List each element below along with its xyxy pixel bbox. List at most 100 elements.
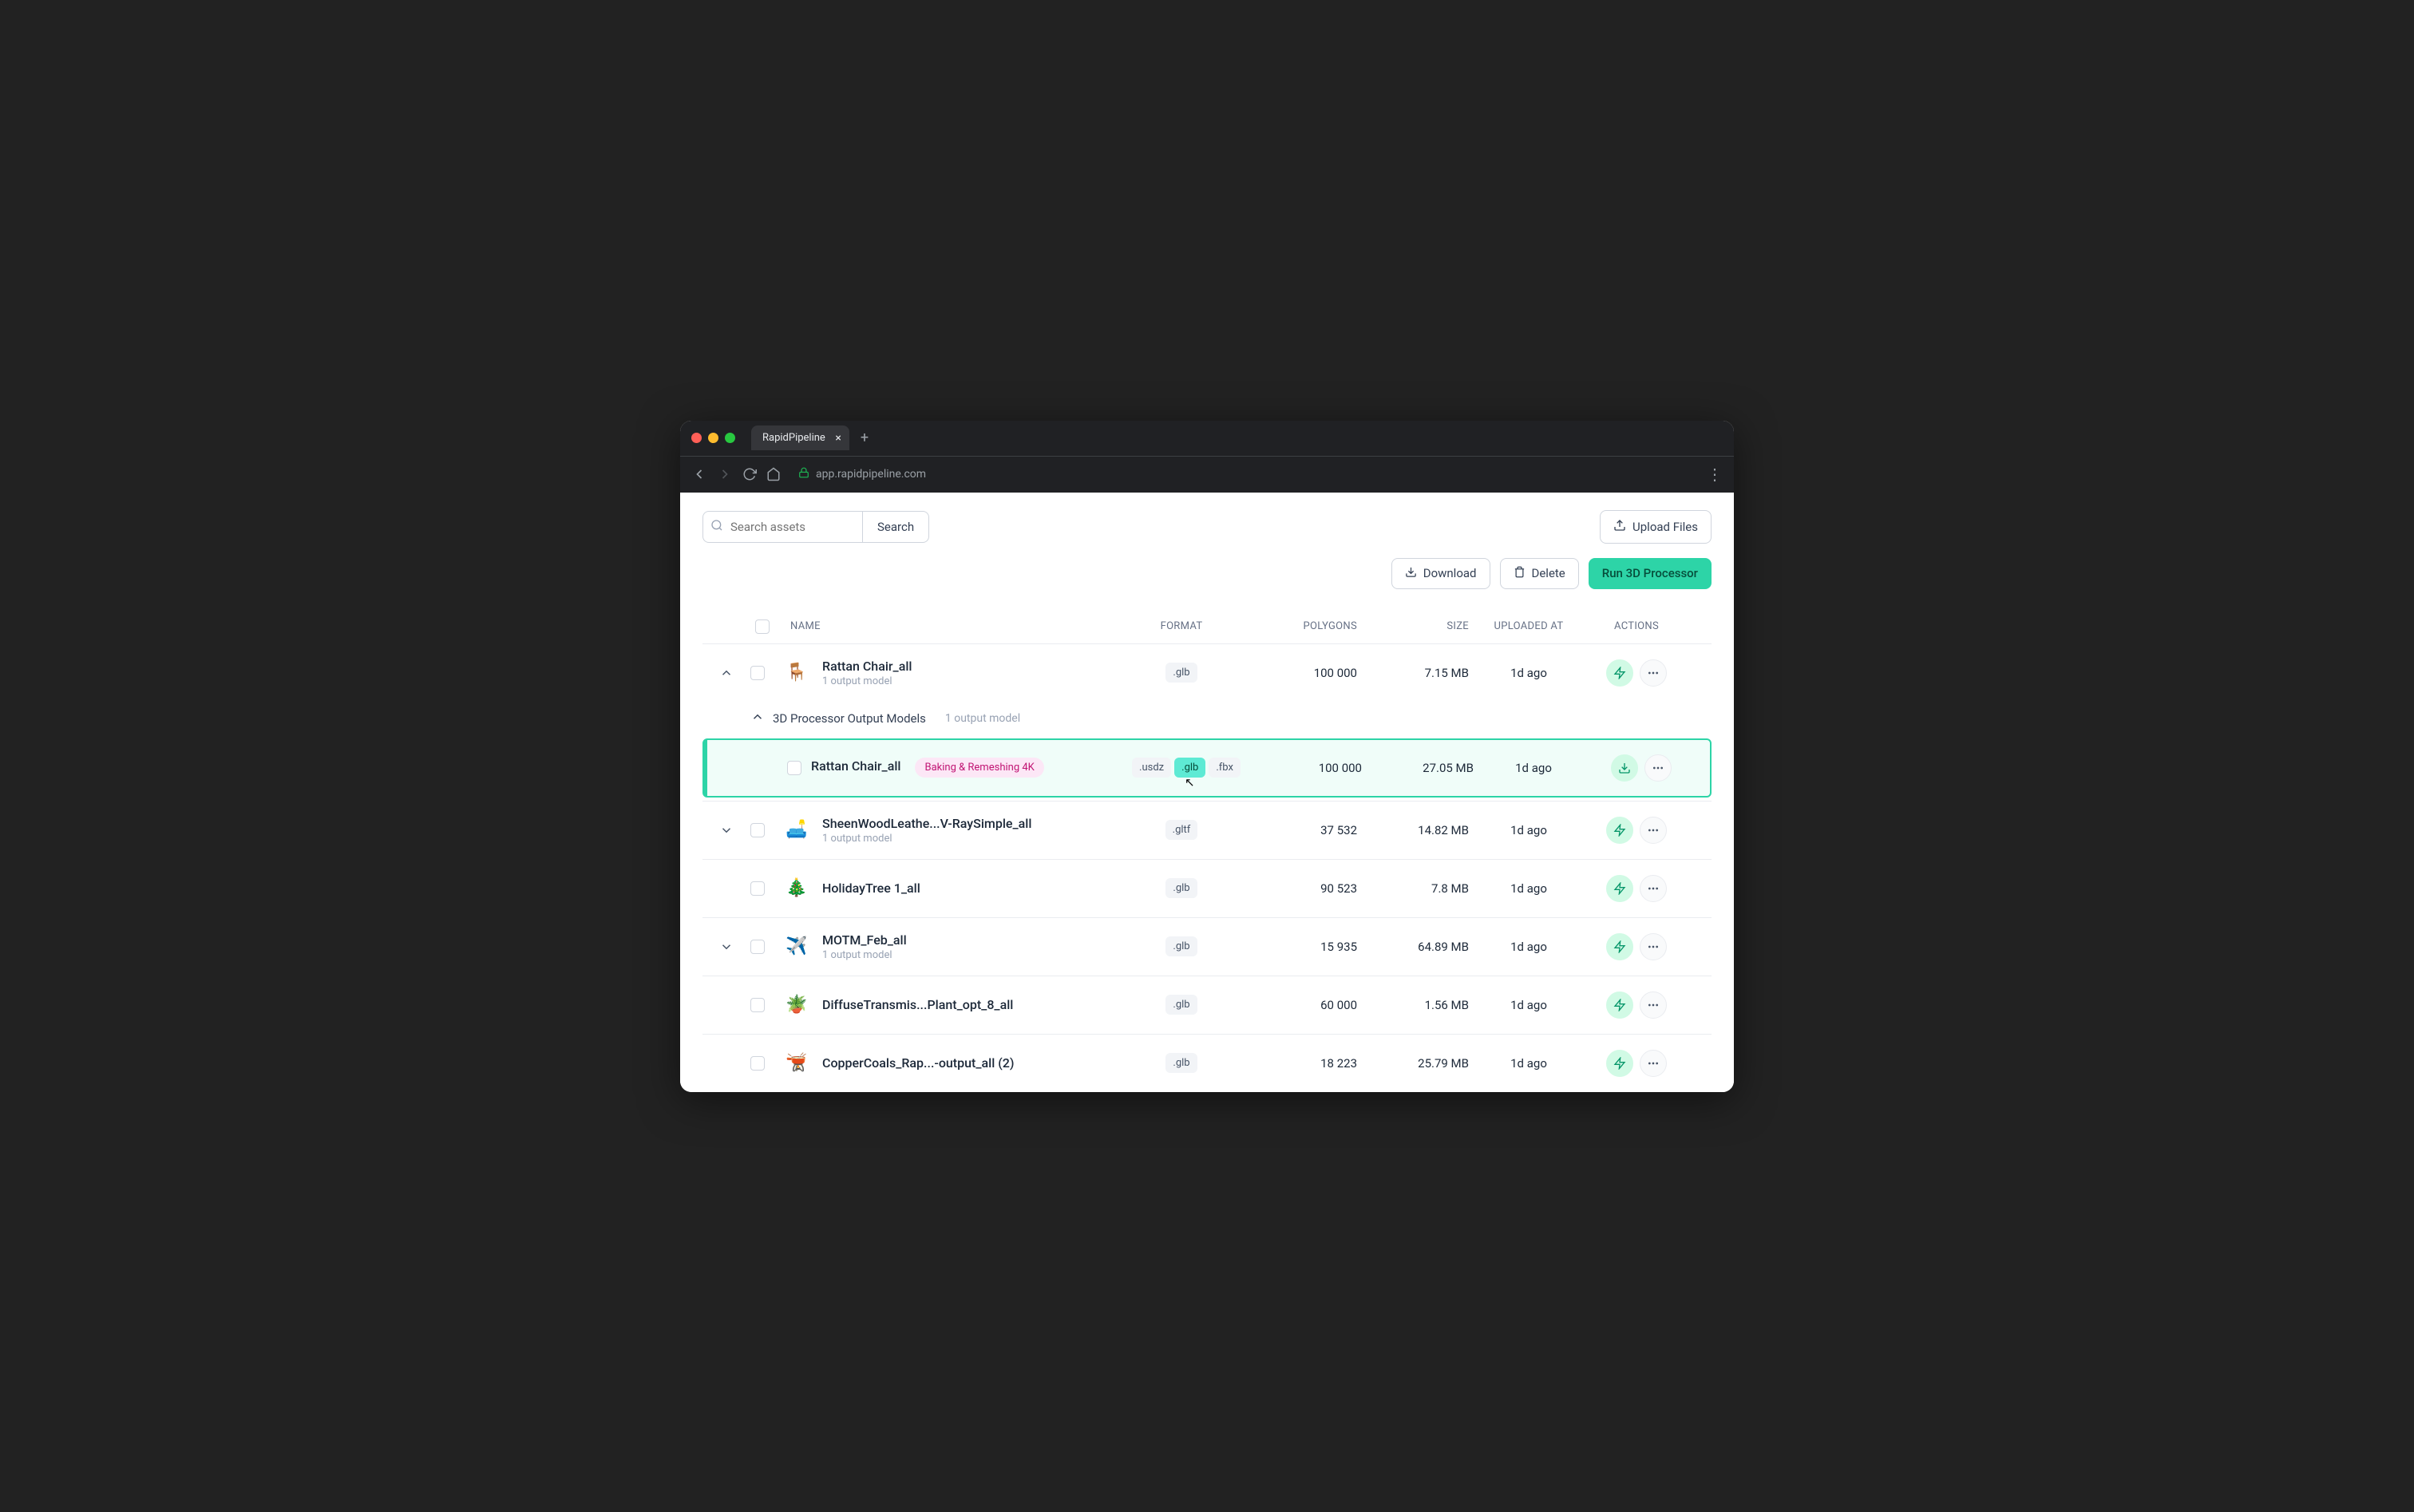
asset-name: SheenWoodLeathe...V-RaySimple_all: [822, 816, 1031, 831]
assets-table: NAME FORMAT POLYGONS SIZE UPLOADED AT AC…: [702, 610, 1712, 1092]
upload-files-button[interactable]: Upload Files: [1600, 510, 1712, 544]
reload-button[interactable]: [742, 467, 757, 481]
col-uploaded: UPLOADED AT: [1469, 620, 1589, 632]
table-row[interactable]: 🎄 HolidayTree 1_all .glb 90 523 7.8 MB 1…: [702, 859, 1712, 917]
asset-subtitle: 1 output model: [822, 675, 912, 687]
asset-thumbnail: 🎄: [782, 874, 811, 903]
trash-icon: [1514, 566, 1526, 581]
row-checkbox[interactable]: [750, 823, 765, 837]
run-processor-button[interactable]: Run 3D Processor: [1589, 558, 1712, 589]
asset-name: Rattan Chair_all: [811, 758, 901, 774]
browser-menu-button[interactable]: ⋮: [1707, 465, 1723, 484]
polygons-value: 37 532: [1245, 823, 1357, 837]
download-row-button[interactable]: [1611, 754, 1638, 782]
more-actions-button[interactable]: [1644, 754, 1672, 782]
more-actions-button[interactable]: [1640, 1050, 1667, 1077]
maximize-window-button[interactable]: [725, 433, 735, 443]
minimize-window-button[interactable]: [708, 433, 718, 443]
format-badge: .glb: [1165, 936, 1197, 956]
bulk-actions: Download Delete Run 3D Processor: [702, 558, 1712, 589]
asset-thumbnail: 🫕: [782, 1049, 811, 1078]
more-actions-button[interactable]: [1640, 817, 1667, 844]
browser-toolbar: app.rapidpipeline.com ⋮: [680, 456, 1734, 493]
table-row[interactable]: 🫕 CopperCoals_Rap...-output_all (2) .glb…: [702, 1034, 1712, 1092]
row-checkbox[interactable]: [750, 1056, 765, 1071]
chevron-up-icon[interactable]: [750, 710, 765, 727]
process-row-button[interactable]: [1606, 933, 1633, 960]
close-tab-icon[interactable]: ×: [835, 432, 841, 445]
table-row[interactable]: 🪑 Rattan Chair_all 1 output model .glb 1…: [702, 643, 1712, 702]
format-badge[interactable]: .usdz: [1132, 758, 1171, 778]
search-input[interactable]: [702, 511, 862, 543]
uploaded-value: 1d ago: [1469, 823, 1589, 837]
col-actions: ACTIONS: [1589, 620, 1684, 632]
format-badge: .gltf: [1165, 820, 1198, 840]
more-actions-button[interactable]: [1640, 992, 1667, 1019]
window-controls: [691, 433, 735, 443]
download-button[interactable]: Download: [1391, 558, 1490, 589]
process-row-button[interactable]: [1606, 659, 1633, 687]
expand-toggle[interactable]: [702, 940, 750, 954]
forward-button[interactable]: [717, 466, 733, 482]
cursor-icon: ↖: [1185, 775, 1195, 790]
process-row-button[interactable]: [1606, 1050, 1633, 1077]
expand-toggle[interactable]: [702, 666, 750, 680]
output-models-header: 3D Processor Output Models 1 output mode…: [702, 702, 1712, 735]
table-row[interactable]: ✈️ MOTM_Feb_all 1 output model .glb 15 9…: [702, 917, 1712, 976]
size-value: 1.56 MB: [1357, 998, 1469, 1012]
format-badge: .glb: [1165, 663, 1197, 683]
row-checkbox[interactable]: [750, 998, 765, 1012]
download-icon: [1405, 566, 1417, 581]
table-row[interactable]: 🛋️ SheenWoodLeathe...V-RaySimple_all 1 o…: [702, 801, 1712, 859]
more-actions-button[interactable]: [1640, 875, 1667, 902]
output-section-count: 1 output model: [945, 712, 1020, 725]
search-icon: [710, 519, 723, 535]
size-value: 25.79 MB: [1357, 1056, 1469, 1071]
delete-button[interactable]: Delete: [1500, 558, 1579, 589]
top-controls: Search Upload Files: [702, 510, 1712, 544]
address-bar[interactable]: app.rapidpipeline.com: [798, 467, 926, 481]
table-header: NAME FORMAT POLYGONS SIZE UPLOADED AT AC…: [702, 610, 1712, 643]
asset-subtitle: 1 output model: [822, 949, 907, 961]
process-row-button[interactable]: [1606, 875, 1633, 902]
size-value: 14.82 MB: [1357, 823, 1469, 837]
asset-name: HolidayTree 1_all: [822, 881, 920, 896]
browser-window: RapidPipeline × + app.rapidpipeline.com …: [680, 421, 1734, 1092]
row-checkbox[interactable]: [750, 940, 765, 954]
asset-thumbnail: 🛋️: [782, 816, 811, 845]
polygons-value: 60 000: [1245, 998, 1357, 1012]
browser-tab[interactable]: RapidPipeline ×: [751, 425, 849, 450]
search-button[interactable]: Search: [862, 511, 929, 543]
select-all-checkbox[interactable]: [755, 619, 770, 634]
polygons-value: 18 223: [1245, 1056, 1357, 1071]
table-row[interactable]: 🪴 DiffuseTransmis...Plant_opt_8_all .glb…: [702, 976, 1712, 1034]
uploaded-value: 1d ago: [1469, 1056, 1589, 1071]
more-actions-button[interactable]: [1640, 659, 1667, 687]
size-value: 7.15 MB: [1357, 666, 1469, 680]
expand-toggle[interactable]: [702, 823, 750, 837]
format-badge: .glb: [1165, 995, 1197, 1015]
more-actions-button[interactable]: [1640, 933, 1667, 960]
back-button[interactable]: [691, 466, 707, 482]
col-name: NAME: [782, 620, 1118, 632]
new-tab-button[interactable]: +: [861, 429, 869, 446]
row-checkbox[interactable]: [750, 666, 765, 680]
tab-title: RapidPipeline: [762, 432, 825, 444]
table-row-output[interactable]: Rattan Chair_all Baking & Remeshing 4K .…: [702, 738, 1712, 798]
col-polygons: POLYGONS: [1245, 620, 1357, 632]
size-value: 64.89 MB: [1357, 940, 1469, 954]
format-badge[interactable]: .fbx: [1209, 758, 1241, 778]
process-row-button[interactable]: [1606, 992, 1633, 1019]
home-button[interactable]: [766, 467, 781, 481]
asset-name: MOTM_Feb_all: [822, 932, 907, 948]
polygons-value: 90 523: [1245, 881, 1357, 896]
row-checkbox[interactable]: [787, 761, 801, 775]
uploaded-value: 1d ago: [1469, 940, 1589, 954]
asset-name: DiffuseTransmis...Plant_opt_8_all: [822, 997, 1013, 1012]
process-row-button[interactable]: [1606, 817, 1633, 844]
close-window-button[interactable]: [691, 433, 702, 443]
url-text: app.rapidpipeline.com: [816, 468, 926, 481]
search-box: Search: [702, 511, 929, 543]
row-checkbox[interactable]: [750, 881, 765, 896]
uploaded-value: 1d ago: [1469, 666, 1589, 680]
